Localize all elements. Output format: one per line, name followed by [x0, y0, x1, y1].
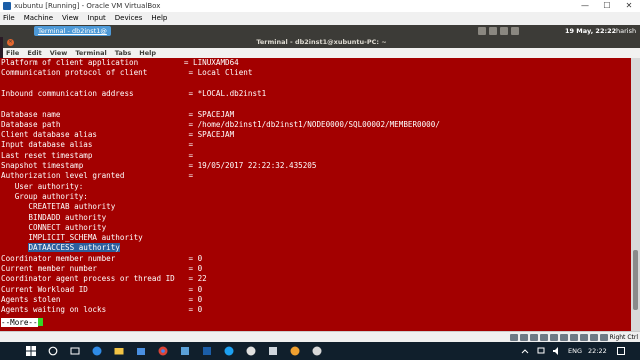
virtualbox-menu-bar: File Machine View Input Devices Help — [0, 12, 640, 25]
terminal-line: Coordinator member number = 0 — [1, 253, 203, 263]
terminal-line: Last reset timestamp = — [1, 150, 194, 160]
more-prompt-line: --More-- — [1, 317, 43, 328]
tray-network-icon[interactable] — [536, 346, 546, 356]
selected-text[interactable]: DATAACCESS authority — [28, 243, 120, 253]
virtualbox-status-bar: Right Ctrl — [0, 331, 640, 342]
menu-view[interactable]: View — [62, 12, 79, 25]
usb-icon[interactable] — [550, 334, 558, 341]
terminal-cursor — [37, 317, 43, 326]
notification-icon[interactable] — [511, 27, 519, 35]
terminal-line: Database path = /home/db2inst1/db2inst1/… — [1, 119, 440, 129]
terminal-line: Database name = SPACEJAM — [1, 109, 235, 119]
terminal-line: Authorization level granted = — [1, 171, 194, 181]
mouse-integration-icon[interactable] — [600, 334, 608, 341]
host-taskbar: ENG 22:22 — [0, 342, 640, 360]
tray-language[interactable]: ENG — [568, 342, 582, 360]
terminal-line: Coordinator agent process or thread ID =… — [1, 274, 207, 284]
minimize-button[interactable]: — — [574, 0, 596, 12]
terminal-line: Platform of client application = LINUXAM… — [1, 58, 239, 67]
virtualbox-icon — [3, 2, 11, 10]
terminal-menu-terminal[interactable]: Terminal — [75, 48, 106, 58]
terminal-menu-view[interactable]: View — [50, 48, 68, 58]
app-icon[interactable] — [180, 346, 190, 356]
terminal-line: CONNECT authority — [1, 222, 107, 232]
terminal-line: CREATETAB authority — [1, 202, 116, 212]
action-center-icon[interactable] — [616, 346, 626, 356]
terminal-line: Communication protocol of client = Local… — [1, 68, 253, 78]
status-icons — [508, 334, 608, 341]
tray-clock[interactable]: 22:22 — [588, 342, 607, 360]
cpu-icon[interactable] — [590, 334, 598, 341]
more-prompt: --More-- — [1, 317, 38, 327]
task-view-icon[interactable] — [70, 346, 80, 356]
panel-tray — [478, 27, 522, 35]
hdd-icon[interactable] — [510, 334, 518, 341]
app-icon-2[interactable] — [246, 346, 256, 356]
app-icon-4[interactable] — [290, 346, 300, 356]
tray-chevron-icon[interactable] — [520, 346, 530, 356]
terminal-title-bar: ✕ Terminal - db2inst1@xubuntu-PC: ~ — [3, 37, 640, 48]
terminal-line: BINDADD authority — [1, 212, 107, 222]
close-button[interactable]: ✕ — [618, 0, 640, 12]
chrome-icon[interactable] — [158, 346, 168, 356]
terminal-line: Input database alias = — [1, 140, 194, 150]
network-icon[interactable] — [478, 27, 486, 35]
terminal-line: IMPLICIT_SCHEMA authority — [1, 233, 143, 243]
terminal-menu-bar: File Edit View Terminal Tabs Help — [3, 48, 640, 58]
audio-icon[interactable] — [530, 334, 538, 341]
edge-icon[interactable] — [92, 346, 102, 356]
virtualbox-taskbar-icon[interactable] — [202, 346, 212, 356]
terminal-line: Snapshot timestamp = 19/05/2017 22:22:32… — [1, 161, 317, 170]
terminal-menu-tabs[interactable]: Tabs — [115, 48, 132, 58]
terminal-line: User authority: — [1, 181, 84, 191]
terminal-line: Agents waiting on locks = 0 — [1, 305, 203, 315]
terminal-line: Current Workload ID = 0 — [1, 284, 203, 294]
terminal-output[interactable]: Platform of client application = LINUXAM… — [0, 58, 631, 331]
battery-icon[interactable] — [500, 27, 508, 35]
terminal-menu-edit[interactable]: Edit — [27, 48, 41, 58]
virtualbox-title-bar: xubuntu [Running] - Oracle VM VirtualBox… — [0, 0, 640, 12]
terminal-line: Agents stolen = 0 — [1, 294, 203, 304]
panel-user[interactable]: harish — [616, 25, 636, 37]
recording-icon[interactable] — [580, 334, 588, 341]
windows-start-icon[interactable] — [26, 346, 36, 356]
menu-machine[interactable]: Machine — [24, 12, 53, 25]
tray-volume-icon[interactable] — [552, 346, 562, 356]
window-title: xubuntu [Running] - Oracle VM VirtualBox — [14, 2, 161, 10]
terminal-scrollbar[interactable] — [631, 58, 640, 331]
store-icon[interactable] — [136, 346, 146, 356]
volume-icon[interactable] — [489, 27, 497, 35]
app-icon-3[interactable] — [268, 346, 278, 356]
display-icon[interactable] — [570, 334, 578, 341]
shared-folder-icon[interactable] — [560, 334, 568, 341]
menu-devices[interactable]: Devices — [115, 12, 143, 25]
guest-top-panel: Terminal - db2inst1@ 19 May, 22:22 haris… — [0, 25, 640, 37]
app-icon-5[interactable] — [312, 346, 322, 356]
twitter-icon[interactable] — [224, 346, 234, 356]
terminal-menu-help[interactable]: Help — [139, 48, 156, 58]
terminal-line: Group authority: — [1, 191, 88, 201]
panel-clock[interactable]: 19 May, 22:22 — [565, 25, 616, 37]
menu-input[interactable]: Input — [88, 12, 106, 25]
terminal-line: Client database alias = SPACEJAM — [1, 130, 235, 140]
menu-file[interactable]: File — [3, 12, 15, 25]
file-explorer-icon[interactable] — [114, 346, 124, 356]
terminal-menu-file[interactable]: File — [6, 48, 19, 58]
terminal-line: Current member number = 0 — [1, 264, 203, 273]
maximize-button[interactable]: ☐ — [596, 0, 618, 12]
optical-drive-icon[interactable] — [520, 334, 528, 341]
menu-help[interactable]: Help — [151, 12, 167, 25]
cortana-icon[interactable] — [48, 346, 58, 356]
terminal-line-selected: DATAACCESS authority — [1, 243, 120, 253]
terminal-close-icon[interactable]: ✕ — [7, 39, 14, 46]
window-controls: — ☐ ✕ — [574, 0, 640, 12]
panel-task-terminal[interactable]: Terminal - db2inst1@ — [34, 26, 111, 36]
scrollbar-thumb[interactable] — [633, 250, 638, 310]
network-adapter-icon[interactable] — [540, 334, 548, 341]
terminal-title: Terminal - db2inst1@xubuntu-PC: ~ — [256, 38, 387, 46]
terminal-line: Inbound communication address = *LOCAL.d… — [1, 88, 267, 98]
